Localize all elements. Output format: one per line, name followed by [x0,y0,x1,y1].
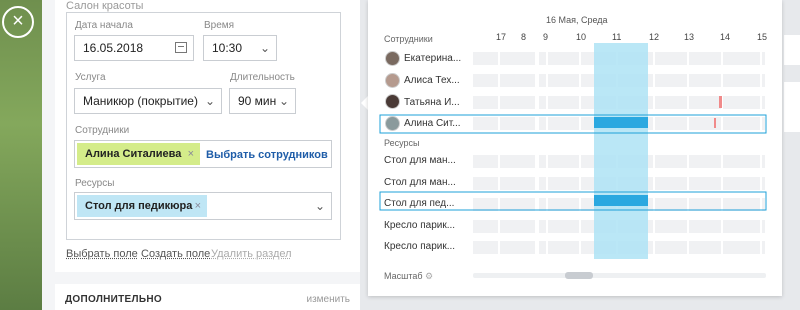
staff-row-name[interactable]: Екатерина... [404,53,461,64]
hour-tick-label: 10 [576,32,587,42]
service-value: Маникюр (покрытие) [83,94,198,108]
grid-row-track [539,155,765,168]
timeline-scrollbar-thumb[interactable] [565,272,593,279]
grid-row-track [473,96,535,109]
gear-icon[interactable]: ⚙ [425,271,433,281]
grid-row-track [473,177,535,190]
avatar [385,94,400,109]
booking-block [594,195,648,206]
grid-row-track [473,198,535,211]
staff-label: Сотрудники [75,125,130,136]
service-select[interactable]: Маникюр (покрытие) ⌄ [74,88,222,114]
hour-tick-label: 12 [649,32,660,42]
service-label: Услуга [75,72,106,83]
hour-tick-label: 14 [720,32,731,42]
staff-chip: Алина Ситалиева × [77,143,200,165]
chevron-down-icon: ⌄ [314,199,325,213]
resource-chip-label: Стол для педикюра [85,200,193,212]
delete-section-link: Удалить раздел [211,248,292,260]
hour-tick-label: 9 [543,32,549,42]
resources-group-label: Ресурсы [384,138,420,148]
grid-row-track [539,96,765,109]
time-label: Время [204,20,235,31]
avatar [385,73,400,88]
staff-row-name[interactable]: Алина Сит... [404,118,461,129]
background-photo [0,0,42,310]
time-value: 10:30 [212,41,243,55]
duration-value: 90 мин [238,94,277,108]
resource-row-name[interactable]: Стол для пед... [384,198,454,209]
extra-section: ДОПОЛНИТЕЛЬНО изменить [55,284,360,310]
resource-row-name[interactable]: Кресло парик... [384,241,455,252]
chevron-down-icon: ⌄ [278,94,289,108]
create-field-link[interactable]: Создать поле [141,248,210,260]
staff-row-name[interactable]: Татьяна И... [404,97,460,108]
chip-close-icon[interactable]: × [188,143,194,165]
select-field-link[interactable]: Выбрать поле [66,248,138,260]
grid-row-track [539,241,765,254]
date-field[interactable]: 16.05.2018 [74,35,194,61]
scale-label: Масштаб ⚙ [384,271,433,282]
hour-tick-label: 13 [684,32,695,42]
selected-time-column [594,43,648,259]
grid-row-track [473,220,535,233]
grid-row-track [539,117,765,130]
background-card [784,82,800,132]
time-select[interactable]: 10:30 ⌄ [203,35,277,61]
background-card [784,35,800,65]
avatar [385,116,400,131]
busy-marker [714,118,716,128]
duration-label: Длительность [230,72,295,83]
busy-marker [719,96,722,108]
schedule-date-header: 16 Мая, Среда [546,15,608,25]
resource-row-name[interactable]: Кресло парик... [384,220,455,231]
chip-close-icon[interactable]: × [195,195,201,217]
hour-tick-label: 17 [496,32,507,42]
grid-row-track [539,74,765,87]
section-title: Салон красоты [66,0,144,12]
grid-row-track [539,177,765,190]
staff-row-name[interactable]: Алиса Тех... [404,75,460,86]
avatar [385,51,400,66]
calendar-icon[interactable] [175,42,187,53]
duration-select[interactable]: 90 мин ⌄ [229,88,296,114]
grid-row-track [473,74,535,87]
resource-row-name[interactable]: Стол для ман... [384,155,456,166]
grid-row-track [539,52,765,65]
date-label: Дата начала [75,20,133,31]
resource-chip: Стол для педикюра × [77,195,207,217]
resources-label: Ресурсы [75,178,115,189]
grid-row-track [473,52,535,65]
scale-label-text: Масштаб [384,271,423,281]
close-icon: × [12,10,24,32]
select-staff-link[interactable]: Выбрать сотрудников [206,149,328,161]
chevron-down-icon: ⌄ [204,94,215,108]
hour-tick-label: 11 [612,32,622,42]
staff-chip-label: Алина Ситалиева [85,148,182,160]
resource-row-name[interactable]: Стол для ман... [384,177,456,188]
timeline-scrollbar-track [473,273,766,278]
hour-tick-label: 8 [521,32,527,42]
staff-group-label: Сотрудники [384,34,433,44]
booking-block [594,117,648,128]
grid-row-track [473,241,535,254]
grid-row-track [473,117,535,130]
chevron-down-icon: ⌄ [259,41,270,55]
hour-tick-label: 15 [757,32,768,42]
grid-row-track [473,155,535,168]
grid-row-track [539,198,765,211]
grid-row-track [539,220,765,233]
close-button[interactable]: × [2,6,34,38]
date-value: 16.05.2018 [83,41,144,55]
extra-title: ДОПОЛНИТЕЛЬНО [65,294,162,305]
extra-edit-link[interactable]: изменить [306,294,350,305]
